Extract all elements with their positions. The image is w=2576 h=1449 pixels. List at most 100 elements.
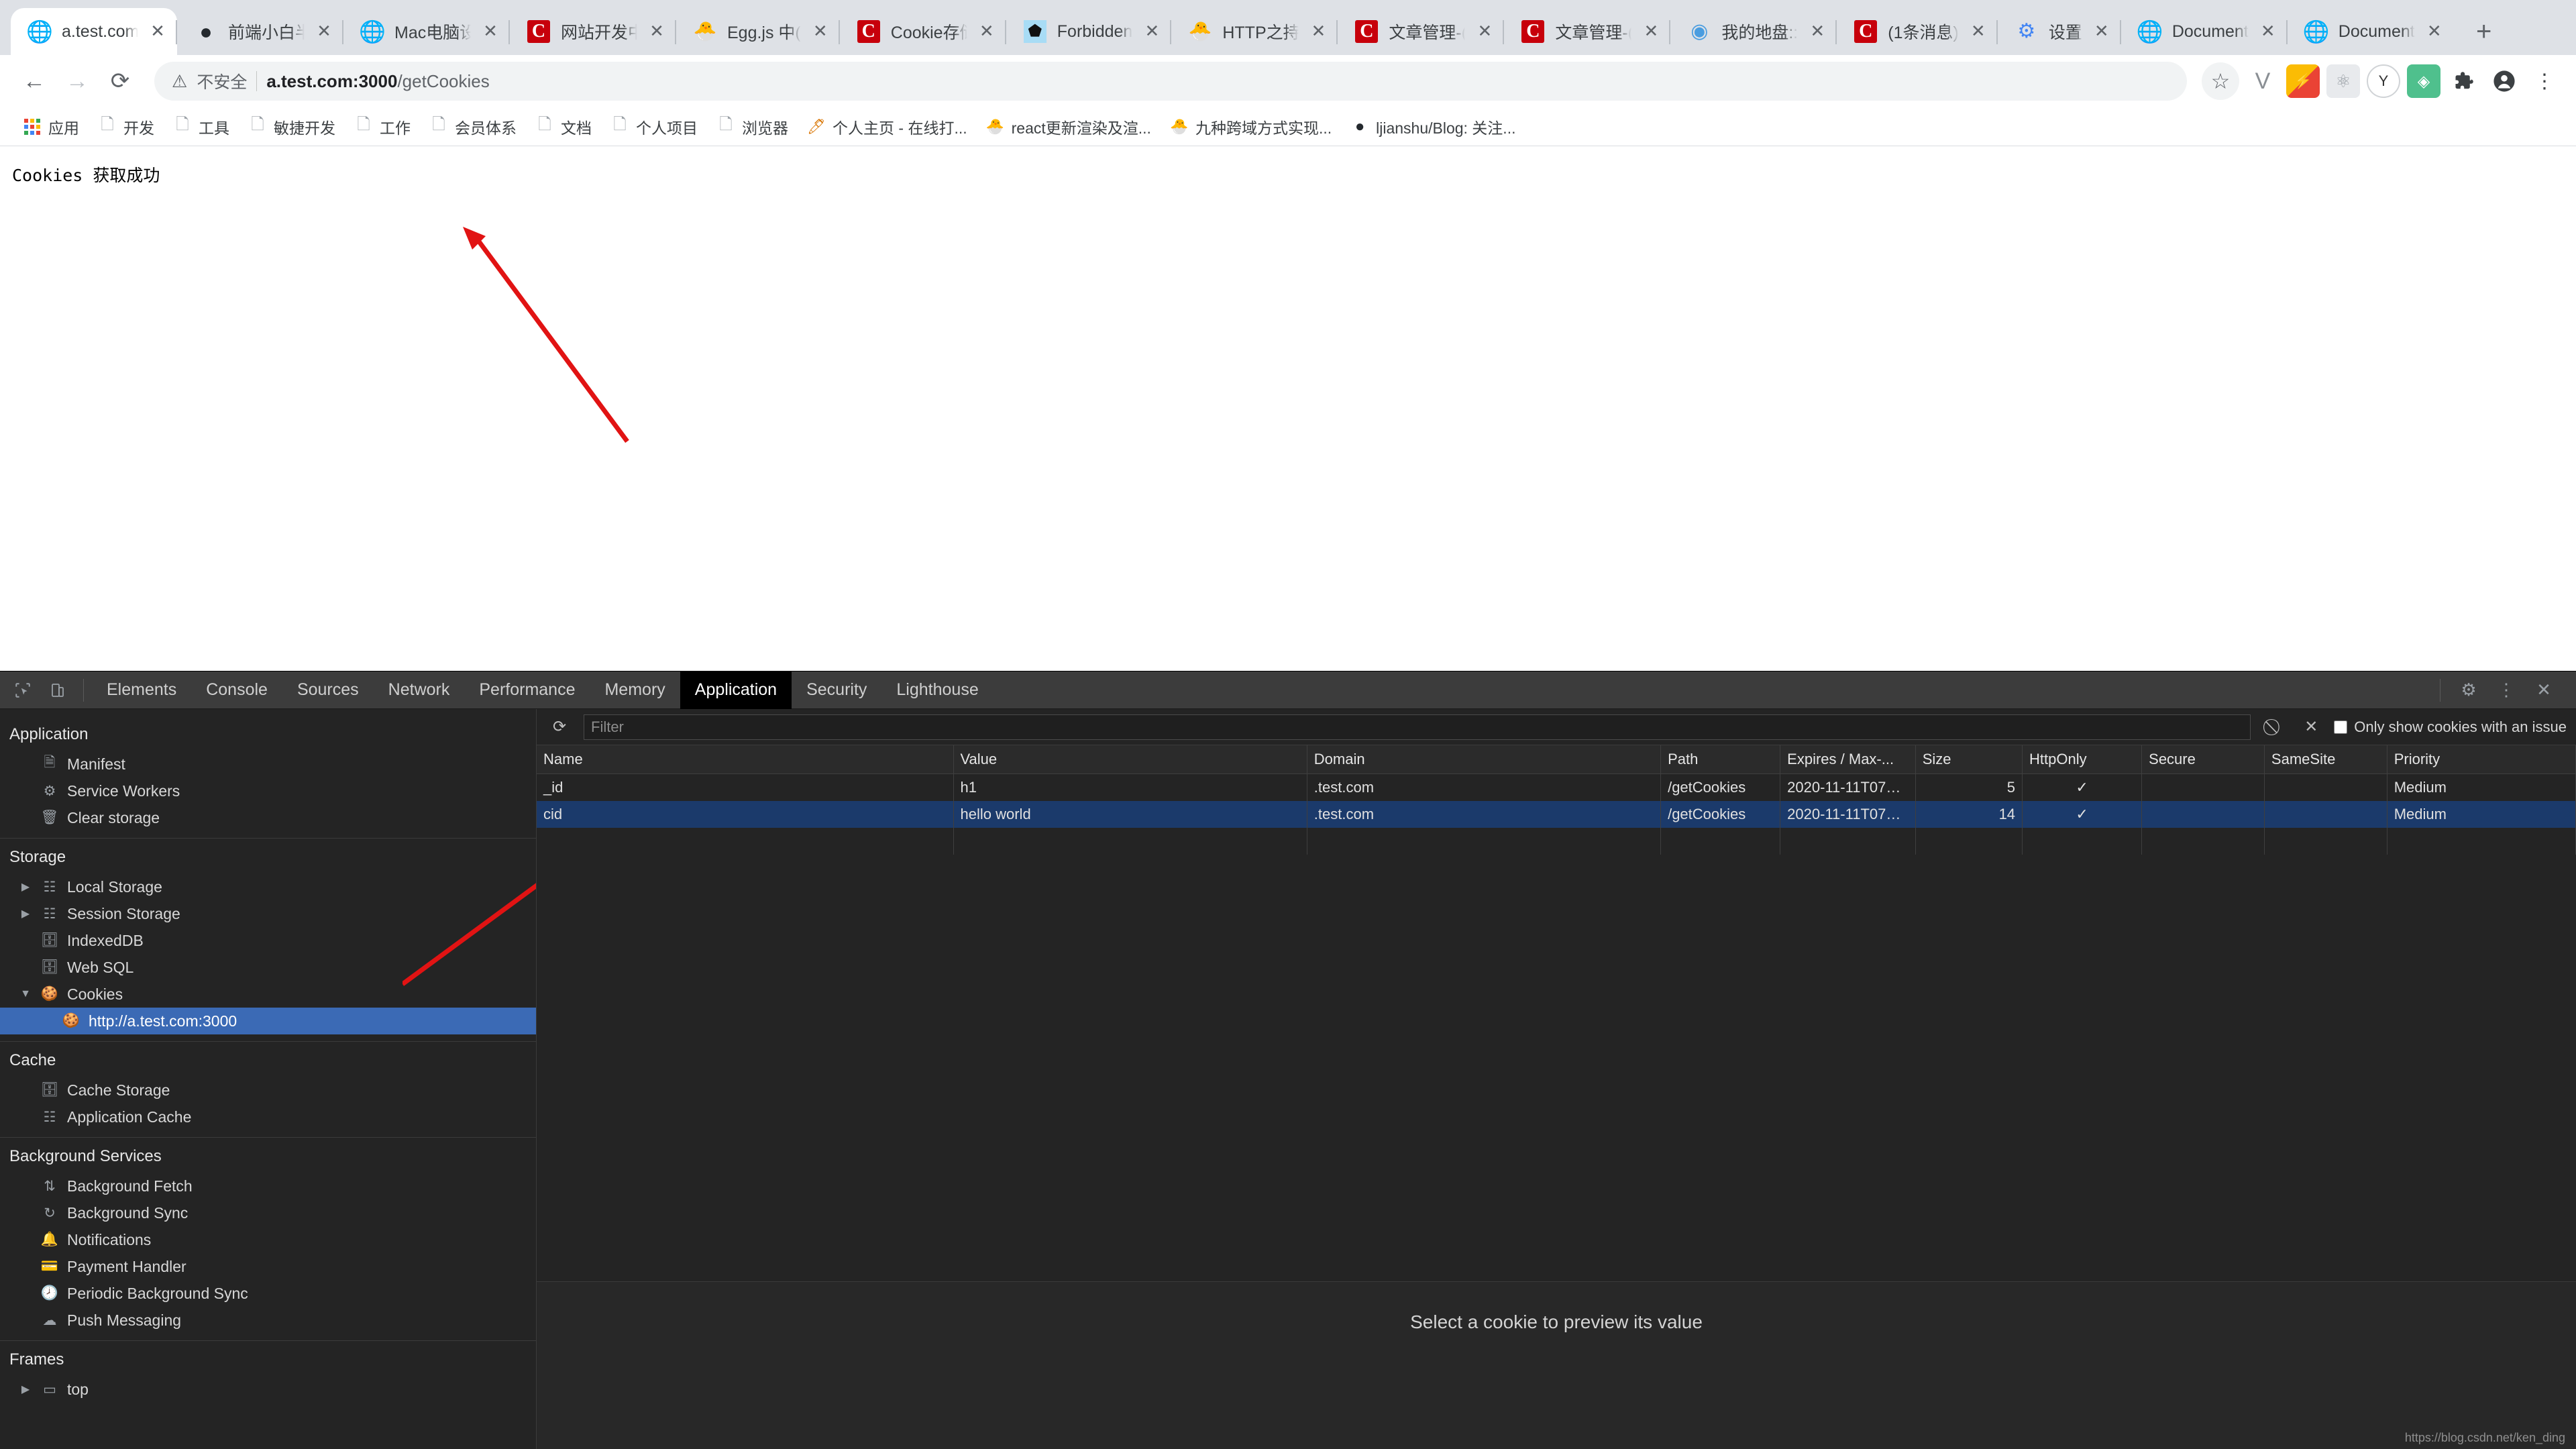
only-issues-checkbox[interactable] xyxy=(2334,720,2348,734)
not-secure-label[interactable]: 不安全 xyxy=(197,69,247,93)
sidebar-item-local-storage[interactable]: ▶ ☷ Local Storage xyxy=(0,873,536,900)
delete-selected-cookie-icon[interactable]: ✕ xyxy=(2298,714,2324,741)
sidebar-item-indexeddb[interactable]: ▶🗄IndexedDB xyxy=(0,927,536,954)
bookmark-item[interactable]: 应用 xyxy=(15,111,87,142)
devtools-close-icon[interactable]: ✕ xyxy=(2526,673,2561,708)
sidebar-item-background-fetch[interactable]: ▶⇅Background Fetch xyxy=(0,1173,536,1199)
sidebar-item-periodic-background-sync[interactable]: ▶🕗Periodic Background Sync xyxy=(0,1280,536,1307)
devtools-settings-gear-icon[interactable]: ⚙ xyxy=(2451,673,2486,708)
sidebar-item-session-storage[interactable]: ▶ ☷ Session Storage xyxy=(0,900,536,927)
refresh-cookies-icon[interactable]: ⟳ xyxy=(546,714,573,741)
tab-close-icon[interactable]: ✕ xyxy=(1308,21,1328,42)
tab-close-icon[interactable]: ✕ xyxy=(1474,21,1495,42)
tab-close-icon[interactable]: ✕ xyxy=(1142,21,1162,42)
only-issues-checkbox-row[interactable]: Only show cookies with an issue xyxy=(2334,718,2567,736)
browser-tab[interactable]: C Cookie存储 ✕ xyxy=(838,8,1006,55)
tab-close-icon[interactable]: ✕ xyxy=(1807,21,1827,42)
vue-devtools-icon[interactable]: V xyxy=(2246,64,2279,98)
browser-tab[interactable]: 🌐 Mac电脑设 ✕ xyxy=(342,8,510,55)
device-toolbar-icon[interactable] xyxy=(40,673,75,708)
bookmark-item[interactable]: 🗋 开发 xyxy=(90,111,162,142)
browser-tab[interactable]: C 文章管理-(✕ xyxy=(1503,8,1670,55)
forward-button[interactable]: → xyxy=(58,62,97,101)
bookmark-item[interactable]: 🖊 个人主页 - 在线打... xyxy=(799,111,975,142)
bookmark-item[interactable]: 🗋 文档 xyxy=(527,111,600,142)
cookies-column-header[interactable]: Secure xyxy=(2141,745,2265,774)
tab-close-icon[interactable]: ✕ xyxy=(977,21,997,42)
sidebar-item-http-a-test-com-3000[interactable]: ▶🍪http://a.test.com:3000 xyxy=(0,1008,536,1034)
cookies-table-container[interactable]: Name Value Domain Path Expires / Max-... Size… xyxy=(537,745,2576,1282)
sidebar-item-cookies[interactable]: ▼ 🍪 Cookies xyxy=(0,981,536,1008)
cookies-column-header[interactable]: Priority xyxy=(2387,745,2576,774)
tab-close-icon[interactable]: ✕ xyxy=(2258,21,2278,42)
browser-tab[interactable]: 🌐 a.test.com:3 ✕ xyxy=(11,8,177,55)
sidebar-item-top[interactable]: ▶ ▭ top xyxy=(0,1376,536,1403)
browser-tab[interactable]: ● 前端小白半 ✕ xyxy=(176,8,343,55)
bookmark-item[interactable]: 🗋 工作 xyxy=(346,111,419,142)
bookmark-item[interactable]: 🗋 会员体系 xyxy=(421,111,525,142)
browser-tab[interactable]: C (1条消息) ✕ xyxy=(1835,8,1998,55)
browser-tab[interactable]: ◉ 我的地盘:: ✕ xyxy=(1669,8,1837,55)
sidebar-item-background-sync[interactable]: ▶↻Background Sync xyxy=(0,1199,536,1226)
new-tab-button[interactable]: + xyxy=(2463,11,2505,52)
sidebar-item-clear-storage[interactable]: ▶🗑Clear storage xyxy=(0,804,536,831)
address-bar[interactable]: ⚠ 不安全 a.test.com:3000/getCookies xyxy=(154,62,2187,101)
devtools-tab-sources[interactable]: Sources xyxy=(282,672,374,709)
tab-close-icon[interactable]: ✕ xyxy=(480,21,500,42)
reload-button[interactable]: ⟳ xyxy=(101,62,140,101)
devtools-tab-performance[interactable]: Performance xyxy=(464,672,590,709)
tab-close-icon[interactable]: ✕ xyxy=(2092,21,2112,42)
browser-tab[interactable]: 🌐 Document ✕ xyxy=(2286,8,2454,55)
sidebar-item-web-sql[interactable]: ▶🗄Web SQL xyxy=(0,954,536,981)
devtools-tab-lighthouse[interactable]: Lighthouse xyxy=(881,672,993,709)
react-devtools-icon[interactable]: ⚛ xyxy=(2326,64,2360,98)
devtools-tab-application[interactable]: Application xyxy=(680,671,792,709)
browser-tab[interactable]: 🐣 HTTP之持 ✕ xyxy=(1170,8,1338,55)
sidebar-item-cache-storage[interactable]: ▶🗄Cache Storage xyxy=(0,1077,536,1104)
sidebar-item-application-cache[interactable]: ▶☷Application Cache xyxy=(0,1104,536,1130)
cookie-filter-input[interactable] xyxy=(584,714,2251,740)
disclosure-triangle-icon[interactable]: ▶ xyxy=(19,907,32,920)
cookies-column-header[interactable]: Path xyxy=(1660,745,1781,774)
bookmark-item[interactable]: 🐣 react更新渲染及渲... xyxy=(978,111,1159,142)
tab-close-icon[interactable]: ✕ xyxy=(810,21,830,42)
cookies-table-row[interactable]: cid hello world .test.com/getCookies 2020-1… xyxy=(537,800,2576,828)
cookies-column-header[interactable]: SameSite xyxy=(2264,745,2387,774)
devtools-more-options-icon[interactable]: ⋮ xyxy=(2489,673,2524,708)
green-extension-icon[interactable]: ◈ xyxy=(2407,64,2440,98)
disclosure-triangle-icon[interactable]: ▶ xyxy=(19,1383,32,1396)
browser-tab[interactable]: 🐣 Egg.js 中(✕ xyxy=(675,8,840,55)
tab-close-icon[interactable]: ✕ xyxy=(1968,21,1988,42)
cookies-column-header[interactable]: Expires / Max-... xyxy=(1780,745,1916,774)
devtools-tab-network[interactable]: Network xyxy=(374,672,465,709)
cookies-column-header[interactable]: HttpOnly xyxy=(2022,745,2143,774)
devtools-tab-security[interactable]: Security xyxy=(792,672,881,709)
cookies-column-header[interactable]: Value xyxy=(953,745,1307,774)
browser-tab[interactable]: ⚙ 设置 ✕ xyxy=(1996,8,2121,55)
application-sidebar-tree[interactable]: Application ▶ 🗎 Manifest ▶ ⚙ Service Workers ▶ 🗑… xyxy=(0,709,537,1449)
sidebar-item-push-messaging[interactable]: ▶☁Push Messaging xyxy=(0,1307,536,1334)
bookmark-item[interactable]: 🗋 敏捷开发 xyxy=(240,111,343,142)
gsuite-icon[interactable]: ⚡ xyxy=(2286,64,2320,98)
browser-tab[interactable]: ⬟ Forbidden ✕ xyxy=(1004,8,1172,55)
browser-tab[interactable]: C 文章管理-(✕ xyxy=(1336,8,1504,55)
tab-close-icon[interactable]: ✕ xyxy=(647,21,667,42)
bookmark-item[interactable]: 🗋 工具 xyxy=(165,111,237,142)
sidebar-item-service-workers[interactable]: ▶⚙Service Workers xyxy=(0,777,536,804)
cookies-column-header[interactable]: Size xyxy=(1915,745,2023,774)
cookies-column-header[interactable]: Name xyxy=(537,745,954,774)
bookmark-item[interactable]: 🐣 九种跨域方式实现... xyxy=(1162,111,1340,142)
back-button[interactable]: ← xyxy=(15,62,54,101)
cookies-table-row[interactable]: _id h1 .test.com/getCookies 2020-11-11T07… 5… xyxy=(537,773,2576,801)
inspect-element-icon[interactable] xyxy=(5,673,40,708)
tab-close-icon[interactable]: ✕ xyxy=(2424,21,2445,42)
disclosure-triangle-icon[interactable]: ▶ xyxy=(19,880,32,894)
devtools-tab-memory[interactable]: Memory xyxy=(590,672,680,709)
chrome-menu-icon[interactable]: ⋮ xyxy=(2528,64,2561,98)
sidebar-item-payment-handler[interactable]: ▶💳Payment Handler xyxy=(0,1253,536,1280)
bookmark-item[interactable]: 🗋 浏览器 xyxy=(708,111,796,142)
tab-close-icon[interactable]: ✕ xyxy=(314,21,334,42)
browser-tab[interactable]: C 网站开发中 ✕ xyxy=(508,8,676,55)
devtools-tab-elements[interactable]: Elements xyxy=(92,672,191,709)
tab-close-icon[interactable]: ✕ xyxy=(1641,21,1661,42)
